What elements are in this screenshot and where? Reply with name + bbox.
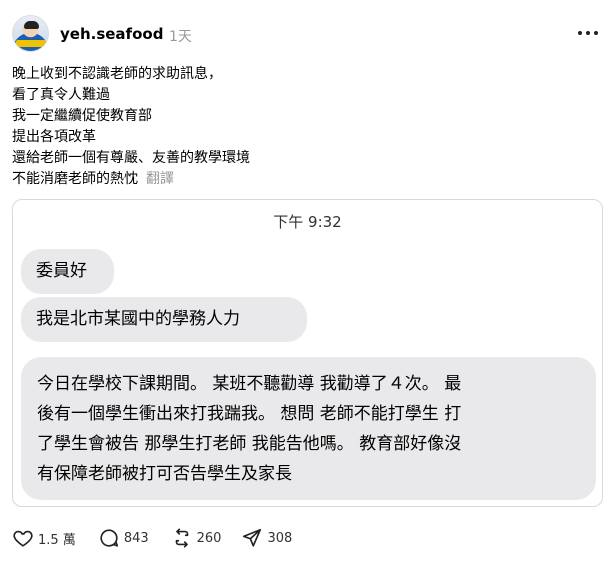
repost-icon: [175, 528, 188, 548]
username-link[interactable]: yeh.seafood: [60, 25, 163, 43]
repost-count: 260: [196, 530, 222, 546]
avatar[interactable]: [12, 15, 49, 52]
post-body: 晚上收到不認識老師的求助訊息， 看了真令人難過 我一定繼續促使教育部 提出各項改…: [12, 64, 602, 190]
chat-bubble-long: 今日在學校下課期間。 某班不聽勸導 我勸導了４次。 最 後有一個學生衝出來打我踹…: [21, 357, 596, 500]
share-button[interactable]: 308: [241, 527, 292, 549]
like-button[interactable]: 1.5 萬: [12, 527, 76, 549]
post-time: 1天: [169, 29, 192, 45]
like-count: 1.5 萬: [38, 532, 76, 548]
translate-link[interactable]: 翻譯: [146, 171, 174, 187]
post-body-line: 看了真令人難過: [12, 87, 110, 103]
chat-bubble-line: 後有一個學生衝出來打我踹我。 想問 老師不能打學生 打: [37, 404, 462, 424]
chat-bubble: 我是北市某國中的學務人力: [21, 297, 307, 342]
chat-bubble-line: 今日在學校下課期間。 某班不聽勸導 我勸導了４次。 最: [37, 374, 462, 394]
share-count: 308: [267, 530, 293, 546]
post-body-line: 提出各項改革: [12, 129, 96, 145]
post-body-line-text: 不能消磨老師的熱忱: [12, 171, 138, 187]
repost-button[interactable]: 260: [171, 527, 222, 549]
comment-bubble-icon: [100, 529, 118, 547]
chat-bubble: 委員好: [21, 249, 114, 294]
post-header: yeh.seafood 1天: [12, 13, 604, 53]
chat-bubble-line: 有保障老師被打可否告學生及家長: [37, 464, 292, 484]
comment-count: 843: [123, 530, 149, 546]
more-dots-icon[interactable]: [578, 29, 598, 37]
post-body-line-last: 不能消磨老師的熱忱 翻譯: [12, 169, 602, 190]
chat-timestamp: 下午 9:32: [273, 213, 342, 231]
threads-post: yeh.seafood 1天 晚上收到不認識老師的求助訊息， 看了真令人難過 我…: [0, 0, 616, 562]
heart-icon: [13, 530, 33, 547]
chat-bubble-line: 了學生會被告 那學生打老師 我能告他嗎。 教育部好像沒: [37, 434, 462, 454]
post-body-line: 我一定繼續促使教育部: [12, 108, 152, 124]
chat-screenshot-attachment[interactable]: 下午 9:32 委員好 我是北市某國中的學務人力 今日在學校下課期間。 某班不聽…: [12, 199, 603, 507]
action-bar: 1.5 萬 843 260 308: [12, 526, 412, 550]
post-body-line: 晚上收到不認識老師的求助訊息，: [12, 66, 222, 82]
send-icon: [243, 528, 262, 547]
comment-button[interactable]: 843: [98, 527, 149, 549]
post-body-line: 還給老師一個有尊嚴、友善的教學環境: [12, 150, 250, 166]
